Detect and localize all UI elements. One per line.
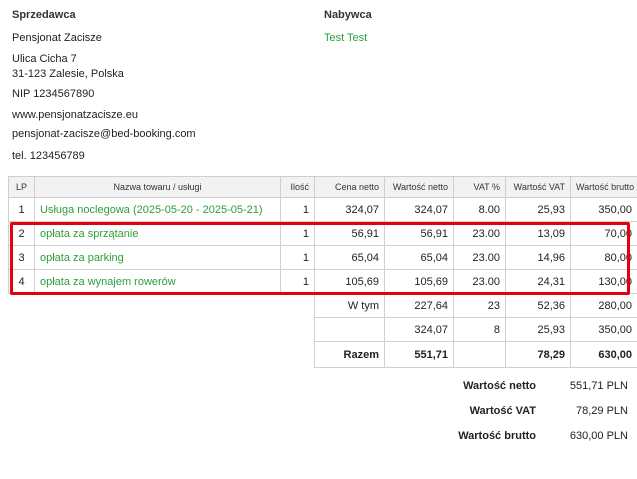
cell-price: 105,69 (314, 269, 385, 294)
cell-vat: 14,96 (505, 245, 571, 270)
invoice-items-table: LP Nazwa towaru / usługi Ilość Cena nett… (8, 176, 637, 368)
cell-gross: 350,00 (570, 197, 637, 222)
cell-price: 65,04 (314, 245, 385, 270)
total-vat-label: Wartość VAT (469, 405, 536, 417)
seller-city: 31-123 Zalesie, Polska (12, 68, 124, 80)
cell-name: opłata za wynajem rowerów (34, 269, 281, 294)
cell-name: Usługa noclegowa (2025-05-20 - 2025-05-2… (34, 197, 281, 222)
cell-vat: 24,31 (505, 269, 571, 294)
buyer-name: Test Test (324, 32, 368, 44)
summary-total-vat: 78,29 (505, 341, 571, 368)
cell-gross: 130,00 (570, 269, 637, 294)
summary-row-8: 324,07 8 25,93 350,00 (9, 317, 637, 342)
seller-email: pensjonat-zacisze@bed-booking.com (12, 128, 196, 140)
summary-label: W tym (314, 293, 385, 318)
table-row: 2 opłata za sprzątanie 1 56,91 56,91 23.… (8, 221, 637, 246)
cell-lp: 4 (8, 269, 35, 294)
total-gross-label: Wartość brutto (458, 430, 536, 442)
cell-qty: 1 (280, 221, 315, 246)
summary-net: 324,07 (384, 317, 454, 342)
col-header-vat-pct: VAT % (453, 176, 506, 198)
cell-vat-pct: 23.00 (453, 245, 506, 270)
summary-net: 227,64 (384, 293, 454, 318)
summary-vat-pct: 8 (453, 317, 506, 342)
totals-block: Wartość netto 551,71 PLN Wartość VAT 78,… (420, 380, 630, 455)
summary-row-23: W tym 227,64 23 52,36 280,00 (9, 293, 637, 318)
col-header-vat: Wartość VAT (505, 176, 571, 198)
col-header-price: Cena netto (314, 176, 385, 198)
seller-heading: Sprzedawca (12, 9, 76, 21)
summary-gross: 280,00 (570, 293, 637, 318)
col-header-qty: Ilość (280, 176, 315, 198)
total-net-row: Wartość netto 551,71 PLN (420, 380, 630, 405)
cell-gross: 80,00 (570, 245, 637, 270)
cell-vat-pct: 8.00 (453, 197, 506, 222)
seller-street: Ulica Cicha 7 (12, 53, 77, 65)
seller-website: www.pensjonatzacisze.eu (12, 109, 138, 121)
cell-name: opłata za parking (34, 245, 281, 270)
total-vat-row: Wartość VAT 78,29 PLN (420, 405, 630, 430)
summary-total-vat-pct (453, 341, 506, 368)
total-vat-value: 78,29 PLN (576, 405, 628, 417)
cell-net: 56,91 (384, 221, 454, 246)
summary-row-total: Razem 551,71 78,29 630,00 (9, 341, 637, 368)
cell-net: 324,07 (384, 197, 454, 222)
summary-total-gross: 630,00 (570, 341, 637, 368)
cell-lp: 1 (8, 197, 35, 222)
total-gross-value: 630,00 PLN (569, 430, 628, 442)
total-net-value: 551,71 PLN (569, 380, 628, 392)
summary-gross: 350,00 (570, 317, 637, 342)
cell-qty: 1 (280, 269, 315, 294)
col-header-lp: LP (8, 176, 35, 198)
seller-phone: tel. 123456789 (12, 150, 85, 162)
col-header-gross: Wartość brutto (570, 176, 637, 198)
table-row: 3 opłata za parking 1 65,04 65,04 23.00 … (8, 245, 637, 270)
cell-vat-pct: 23.00 (453, 221, 506, 246)
cell-vat-pct: 23.00 (453, 269, 506, 294)
summary-vat: 25,93 (505, 317, 571, 342)
cell-lp: 2 (8, 221, 35, 246)
table-row: 1 Usługa noclegowa (2025-05-20 - 2025-05… (8, 197, 637, 222)
cell-price: 324,07 (314, 197, 385, 222)
col-header-name: Nazwa towaru / usługi (34, 176, 281, 198)
total-net-label: Wartość netto (463, 380, 536, 392)
col-header-net: Wartość netto (384, 176, 454, 198)
summary-total-label: Razem (314, 341, 385, 368)
summary-vat: 52,36 (505, 293, 571, 318)
cell-name: opłata za sprzątanie (34, 221, 281, 246)
cell-qty: 1 (280, 245, 315, 270)
cell-price: 56,91 (314, 221, 385, 246)
cell-vat: 25,93 (505, 197, 571, 222)
total-gross-row: Wartość brutto 630,00 PLN (420, 430, 630, 455)
buyer-heading: Nabywca (324, 9, 372, 21)
summary-vat-pct: 23 (453, 293, 506, 318)
cell-net: 105,69 (384, 269, 454, 294)
summary-label (314, 317, 385, 342)
cell-gross: 70,00 (570, 221, 637, 246)
cell-qty: 1 (280, 197, 315, 222)
cell-net: 65,04 (384, 245, 454, 270)
table-row: 4 opłata za wynajem rowerów 1 105,69 105… (8, 269, 637, 294)
seller-nip: NIP 1234567890 (12, 88, 95, 100)
cell-lp: 3 (8, 245, 35, 270)
cell-vat: 13,09 (505, 221, 571, 246)
table-header-row: LP Nazwa towaru / usługi Ilość Cena nett… (8, 176, 637, 198)
seller-name: Pensjonat Zacisze (12, 32, 102, 44)
summary-total-net: 551,71 (384, 341, 454, 368)
